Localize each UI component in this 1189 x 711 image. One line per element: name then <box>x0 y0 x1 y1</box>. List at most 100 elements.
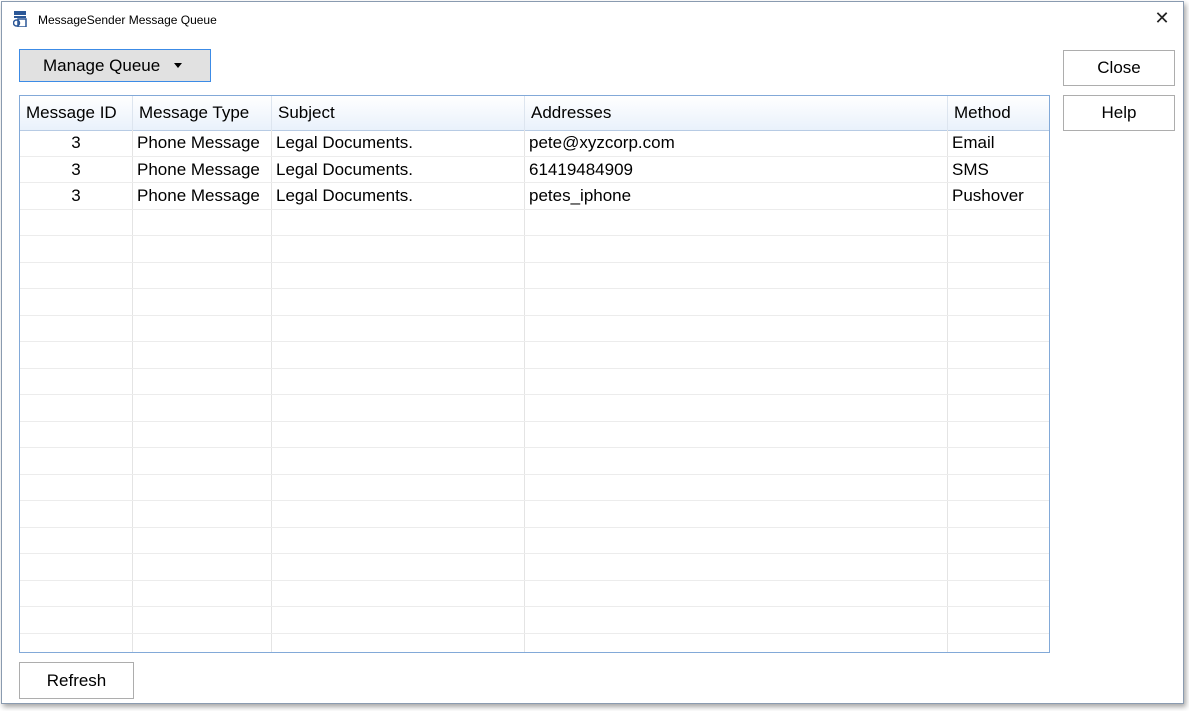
help-button[interactable]: Help <box>1063 95 1175 131</box>
cell-address <box>525 474 948 500</box>
table-row[interactable] <box>20 236 1049 263</box>
cell-message-id <box>20 554 133 580</box>
table-row[interactable] <box>20 607 1049 634</box>
manage-queue-label: Manage Queue <box>43 55 161 75</box>
cell-message-type <box>133 448 272 474</box>
cell-message-type <box>133 554 272 580</box>
cell-subject <box>272 209 525 235</box>
cell-message-type <box>133 421 272 447</box>
cell-message-id <box>20 262 133 288</box>
cell-message-type <box>133 527 272 553</box>
cell-method <box>948 342 1049 368</box>
cell-method <box>948 422 1049 448</box>
cell-message-type <box>133 236 272 262</box>
column-header-subject[interactable]: Subject <box>272 96 525 130</box>
cell-method <box>948 554 1049 580</box>
cell-message-type: Phone Message <box>133 130 272 156</box>
table-row[interactable] <box>20 421 1049 448</box>
cell-message-type <box>133 607 272 633</box>
cell-subject <box>272 236 525 262</box>
cell-address <box>525 315 948 341</box>
close-icon[interactable]: ✕ <box>1153 9 1171 27</box>
message-queue-window: MessageSender Message Queue ✕ Manage Que… <box>1 1 1184 704</box>
table-row[interactable] <box>20 395 1049 422</box>
cell-address <box>525 580 948 606</box>
cell-subject <box>272 395 525 421</box>
cell-message-id: 3 <box>20 130 133 156</box>
table-row[interactable] <box>20 527 1049 554</box>
cell-message-id <box>20 421 133 447</box>
cell-method <box>948 210 1049 236</box>
cell-method <box>948 607 1049 633</box>
cell-message-id <box>20 395 133 421</box>
cell-method <box>948 475 1049 501</box>
refresh-button[interactable]: Refresh <box>19 662 134 699</box>
cell-message-type <box>133 474 272 500</box>
cell-subject <box>272 607 525 633</box>
cell-address <box>525 236 948 262</box>
cell-message-id <box>20 607 133 633</box>
manage-queue-button[interactable]: Manage Queue <box>19 49 211 82</box>
cell-subject <box>272 527 525 553</box>
cell-message-type <box>133 262 272 288</box>
table-row[interactable] <box>20 342 1049 369</box>
cell-address <box>525 262 948 288</box>
table-row[interactable] <box>20 580 1049 607</box>
column-header-message-type[interactable]: Message Type <box>133 96 272 130</box>
cell-method: SMS <box>952 159 989 179</box>
cell-address: 61419484909 <box>525 156 948 182</box>
table-row[interactable]: 3 Phone Message Legal Documents. 6141948490… <box>20 156 1049 183</box>
cell-method <box>948 581 1049 607</box>
table-row[interactable]: 3 Phone Message Legal Documents. petes_ipho… <box>20 183 1049 210</box>
window-title: MessageSender Message Queue <box>38 13 217 27</box>
cell-message-id: 3 <box>20 183 133 209</box>
cell-message-id <box>20 315 133 341</box>
cell-message-type <box>133 395 272 421</box>
cell-address: pete@xyzcorp.com <box>525 130 948 156</box>
cell-subject: Legal Documents. <box>272 130 525 156</box>
cell-message-type <box>133 209 272 235</box>
cell-subject <box>272 633 525 652</box>
table-row[interactable] <box>20 474 1049 501</box>
table-row[interactable] <box>20 448 1049 475</box>
cell-subject <box>272 474 525 500</box>
cell-message-id: 3 <box>20 156 133 182</box>
cell-subject <box>272 289 525 315</box>
cell-method <box>948 263 1049 289</box>
cell-message-type <box>133 315 272 341</box>
table-row[interactable] <box>20 262 1049 289</box>
table-row[interactable] <box>20 554 1049 581</box>
cell-message-id <box>20 474 133 500</box>
close-button[interactable]: Close <box>1063 50 1175 86</box>
cell-address <box>525 289 948 315</box>
table-row[interactable] <box>20 633 1049 652</box>
column-header-message-id[interactable]: Message ID <box>20 96 133 130</box>
table-row[interactable] <box>20 501 1049 528</box>
column-header-method[interactable]: Method <box>948 96 1049 130</box>
cell-method <box>948 316 1049 342</box>
cell-message-type <box>133 289 272 315</box>
cell-subject: Legal Documents. <box>272 183 525 209</box>
message-queue-grid[interactable]: Message ID Message Type Subject Addresse… <box>19 95 1050 653</box>
table-row[interactable] <box>20 315 1049 342</box>
table-row[interactable] <box>20 368 1049 395</box>
cell-method <box>948 501 1049 527</box>
cell-address <box>525 368 948 394</box>
cell-message-id <box>20 209 133 235</box>
cell-address: petes_iphone <box>525 183 948 209</box>
title-bar: MessageSender Message Queue ✕ <box>2 2 1183 36</box>
cell-subject: Legal Documents. <box>272 156 525 182</box>
cell-message-id <box>20 633 133 652</box>
cell-address <box>525 448 948 474</box>
column-header-addresses[interactable]: Addresses <box>525 96 948 130</box>
table-row[interactable] <box>20 289 1049 316</box>
grid-rows: 3 Phone Message Legal Documents. pete@xyzco… <box>20 130 1049 652</box>
cell-message-id <box>20 342 133 368</box>
table-row[interactable] <box>20 209 1049 236</box>
cell-message-type <box>133 633 272 652</box>
cell-message-id <box>20 368 133 394</box>
table-row[interactable]: 3 Phone Message Legal Documents. pete@xyzco… <box>20 130 1049 157</box>
cell-address <box>525 421 948 447</box>
cell-method <box>948 236 1049 262</box>
cell-subject <box>272 448 525 474</box>
